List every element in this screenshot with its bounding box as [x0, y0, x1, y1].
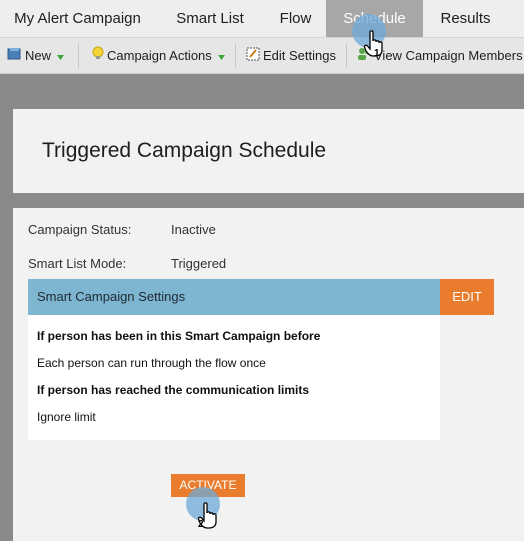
- edit-settings-icon: [246, 39, 260, 74]
- schedule-panel: Campaign Status: Inactive Smart List Mod…: [13, 208, 524, 541]
- page-title: Triggered Campaign Schedule: [42, 139, 327, 162]
- view-campaign-members-label: View Campaign Members: [374, 48, 523, 63]
- activate-button[interactable]: ACTIVATE: [171, 474, 245, 497]
- new-menu-button[interactable]: New: [7, 38, 65, 74]
- tab-flow[interactable]: Flow: [265, 0, 326, 37]
- tab-bar: My Alert Campaign Smart List Flow Schedu…: [0, 0, 524, 38]
- settings-header-title: Smart Campaign Settings: [37, 289, 186, 304]
- view-campaign-members-button[interactable]: View Campaign Members: [357, 38, 523, 73]
- new-label: New: [25, 48, 52, 63]
- toolbar-divider: [346, 43, 347, 68]
- tab-results[interactable]: Results: [423, 0, 508, 37]
- lightbulb-icon: [92, 39, 104, 74]
- campaign-status-label: Campaign Status:: [28, 222, 132, 237]
- members-icon: [357, 39, 371, 74]
- edit-settings-label: Edit Settings: [263, 48, 336, 63]
- edit-settings-button[interactable]: Edit Settings: [246, 38, 336, 73]
- smart-campaign-settings-header: Smart Campaign Settings: [28, 279, 440, 315]
- toolbar-divider: [78, 43, 79, 68]
- campaign-actions-button[interactable]: Campaign Actions: [92, 38, 225, 73]
- settings-rule-value: Each person can run through the flow onc…: [37, 356, 266, 370]
- settings-limit-value: Ignore limit: [37, 410, 96, 424]
- smart-list-mode-label: Smart List Mode:: [28, 256, 127, 271]
- settings-limit-heading: If person has reached the communication …: [37, 383, 310, 397]
- chevron-down-icon: [57, 39, 65, 74]
- campaign-actions-label: Campaign Actions: [107, 48, 212, 63]
- settings-rule-heading: If person has been in this Smart Campaig…: [37, 329, 321, 343]
- tab-smart-list[interactable]: Smart List: [155, 0, 265, 37]
- smart-list-mode-value: Triggered: [171, 256, 227, 271]
- new-icon: [7, 39, 22, 74]
- campaign-status-value: Inactive: [171, 222, 216, 237]
- tab-schedule[interactable]: Schedule: [326, 0, 423, 37]
- toolbar: New Campaign Actions Edit Settings View …: [0, 38, 524, 74]
- edit-button[interactable]: EDIT: [440, 279, 494, 315]
- tab-my-alert-campaign[interactable]: My Alert Campaign: [0, 0, 155, 37]
- title-panel: Triggered Campaign Schedule: [13, 109, 524, 193]
- toolbar-divider: [235, 43, 236, 68]
- chevron-down-icon: [217, 39, 225, 74]
- settings-body: If person has been in this Smart Campaig…: [28, 315, 440, 440]
